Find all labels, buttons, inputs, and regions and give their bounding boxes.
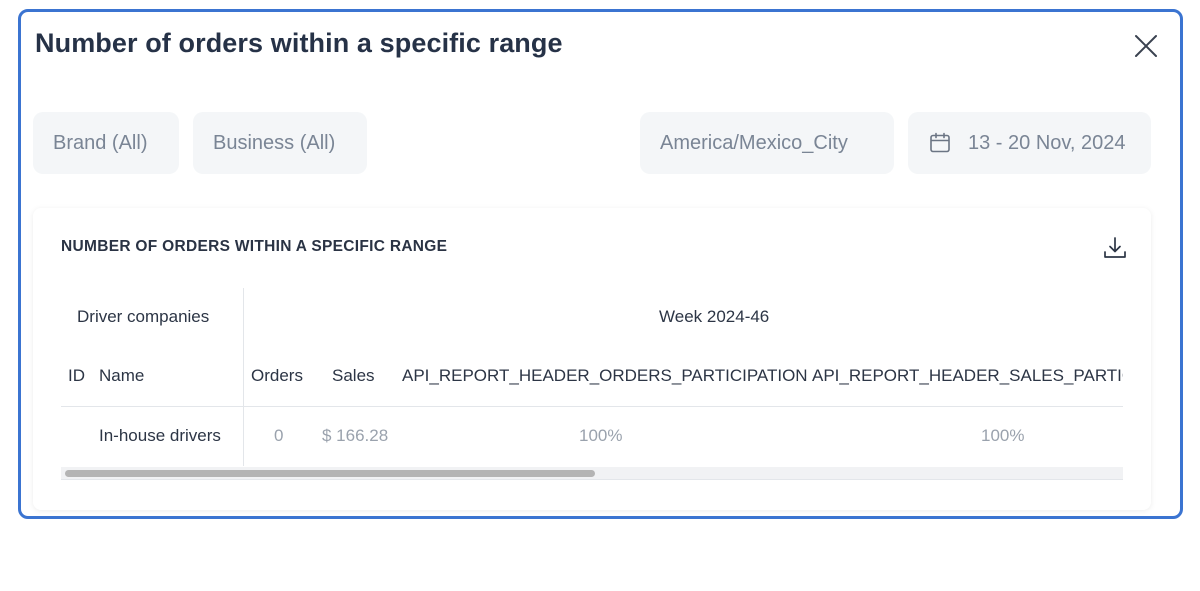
horizontal-scrollbar[interactable] — [61, 467, 1123, 480]
brand-filter-label: Brand (All) — [53, 131, 148, 154]
group-header-week: Week 2024-46 — [659, 307, 770, 326]
header-divider — [61, 406, 1123, 407]
report-modal: Number of orders within a specific range… — [18, 9, 1183, 519]
group-header-driver-companies: Driver companies — [77, 307, 210, 326]
report-title: NUMBER OF ORDERS WITHIN A SPECIFIC RANGE — [61, 238, 448, 255]
row-orders: 0 — [274, 426, 284, 445]
date-range-filter[interactable]: 13 - 20 Nov, 2024 — [908, 112, 1151, 174]
column-header-orders: Orders — [251, 366, 303, 385]
business-filter[interactable]: Business (All) — [193, 112, 367, 174]
column-header-orders-participation: API_REPORT_HEADER_ORDERS_PARTICIPATION — [402, 366, 808, 385]
download-icon — [1101, 237, 1129, 266]
brand-filter[interactable]: Brand (All) — [33, 112, 179, 174]
column-divider — [243, 288, 244, 466]
row-orders-participation: 100% — [579, 426, 623, 445]
business-filter-label: Business (All) — [213, 131, 336, 154]
scrollbar-thumb[interactable] — [65, 470, 595, 477]
date-range-label: 13 - 20 Nov, 2024 — [968, 131, 1126, 154]
report-table: Driver companies Week 2024-46 ID Name Or… — [61, 288, 1123, 482]
calendar-icon — [928, 131, 952, 155]
timezone-filter[interactable]: America/Mexico_City — [640, 112, 894, 174]
column-header-sales: Sales — [332, 366, 375, 385]
modal-title: Number of orders within a specific range — [35, 28, 563, 58]
close-icon — [1132, 32, 1160, 60]
column-header-id: ID — [68, 366, 85, 385]
download-button[interactable] — [1101, 234, 1129, 262]
column-header-sales-participation: API_REPORT_HEADER_SALES_PARTIC — [812, 366, 1123, 385]
column-header-name: Name — [99, 366, 145, 385]
close-button[interactable] — [1132, 32, 1160, 60]
row-sales-participation: 100% — [981, 426, 1025, 445]
row-sales: $ 166.28 — [322, 426, 389, 445]
row-name: In-house drivers — [99, 426, 221, 445]
timezone-filter-label: America/Mexico_City — [660, 131, 848, 154]
report-card: NUMBER OF ORDERS WITHIN A SPECIFIC RANGE… — [33, 208, 1151, 510]
